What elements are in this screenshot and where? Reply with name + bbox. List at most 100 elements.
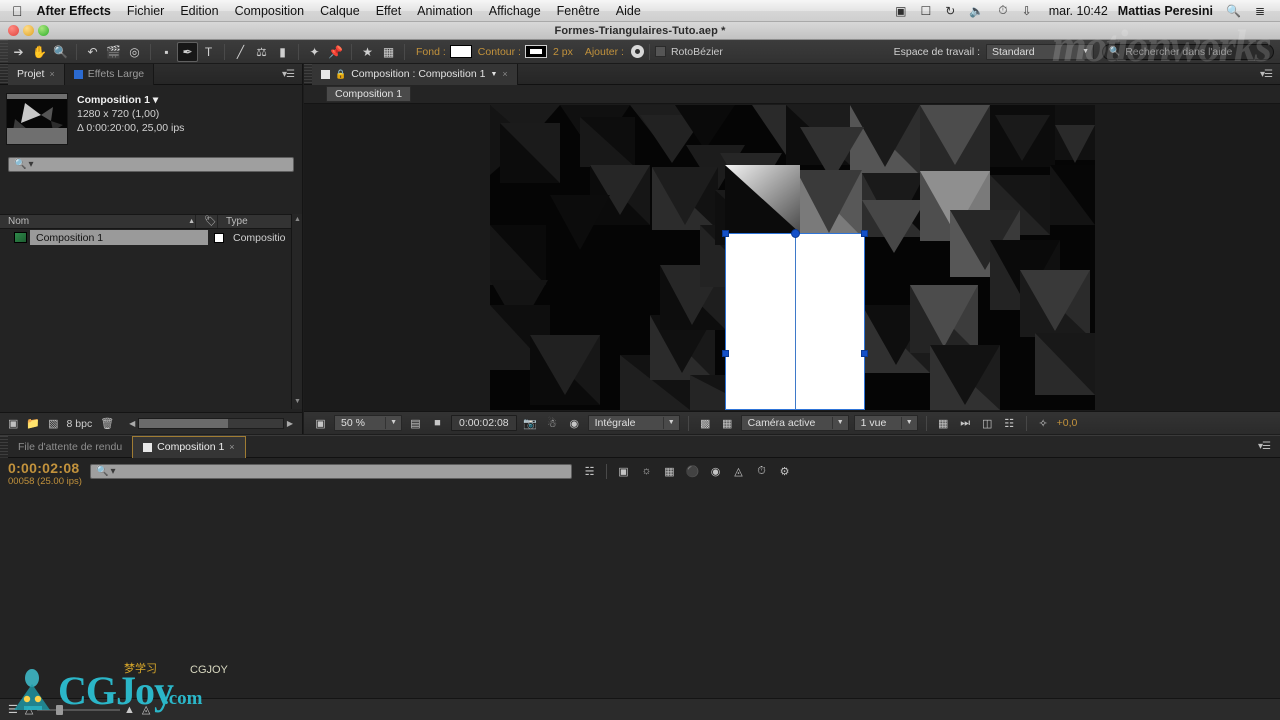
- panel-menu-icon[interactable]: ▾☰: [1260, 69, 1280, 80]
- selection-handle-top-left[interactable]: [721, 230, 729, 237]
- close-icon[interactable]: ×: [229, 442, 234, 452]
- mask-icon[interactable]: ▦: [378, 42, 399, 62]
- new-folder-icon[interactable]: 📁: [26, 417, 40, 430]
- camera-select[interactable]: Caméra active ▼: [740, 415, 849, 431]
- shape-tool-icon[interactable]: ▪: [156, 42, 177, 62]
- region-interest-toggle-icon[interactable]: ▩: [697, 415, 714, 431]
- menu-after-effects[interactable]: After Effects: [37, 4, 111, 18]
- notification-center-icon[interactable]: ≣: [1255, 4, 1265, 18]
- panel-grip[interactable]: [0, 435, 8, 458]
- zoom-out-icon[interactable]: △: [25, 703, 33, 716]
- selection-tool-icon[interactable]: ➔: [8, 42, 29, 62]
- tab-effets-large[interactable]: Effets Large: [64, 63, 155, 85]
- clone-stamp-tool-icon[interactable]: ⚖: [251, 42, 272, 62]
- fast-previews-icon[interactable]: ⏭: [957, 415, 974, 431]
- new-composition-icon[interactable]: ▣: [8, 417, 18, 430]
- menu-affichage[interactable]: Affichage: [489, 4, 541, 18]
- delete-icon[interactable]: 🗑: [100, 417, 114, 430]
- exposure-value[interactable]: +0,0: [1057, 417, 1078, 429]
- column-type[interactable]: Type: [218, 215, 302, 228]
- puppet-pin-tool-icon[interactable]: 📌: [325, 42, 346, 62]
- tab-projet[interactable]: Projet ×: [8, 63, 65, 85]
- hand-tool-icon[interactable]: ✋: [29, 42, 50, 62]
- workspace-select[interactable]: Standard ▼: [986, 43, 1094, 60]
- anchor-point-tool-icon[interactable]: ◎: [124, 42, 145, 62]
- menu-effet[interactable]: Effet: [376, 4, 401, 18]
- stroke-color-swatch[interactable]: [524, 45, 547, 58]
- menu-composition[interactable]: Composition: [235, 4, 304, 18]
- project-horizontal-scrollbar[interactable]: ◀ ▶: [126, 417, 296, 430]
- current-time-display[interactable]: 0:00:02:08: [451, 415, 517, 431]
- rotation-tool-icon[interactable]: ↶: [82, 42, 103, 62]
- hide-shy-layers-icon[interactable]: ☼: [637, 462, 656, 480]
- zoom-track[interactable]: [37, 704, 120, 715]
- panel-grip[interactable]: [0, 63, 8, 85]
- menu-fenetre[interactable]: Fenêtre: [557, 4, 600, 18]
- toolbar-grip[interactable]: [0, 40, 8, 63]
- add-menu-icon[interactable]: [630, 45, 644, 58]
- snapshot-icon[interactable]: 📷: [522, 415, 539, 431]
- auto-keyframe-icon[interactable]: ⏱: [752, 462, 771, 480]
- selection-handle-bottom-right[interactable]: [860, 350, 868, 357]
- display-icon[interactable]: ☐: [921, 4, 932, 18]
- panel-grip[interactable]: [304, 63, 312, 85]
- column-nom[interactable]: Nom ▲: [0, 215, 196, 228]
- help-search-input[interactable]: 🔍 Rechercher dans l'aide: [1102, 43, 1274, 60]
- project-vertical-scrollbar[interactable]: ▲ ▼: [291, 214, 302, 409]
- selection-handle-top-center[interactable]: [790, 229, 800, 238]
- menu-animation[interactable]: Animation: [417, 4, 473, 18]
- bluetooth-icon[interactable]: ⇩: [1022, 4, 1032, 18]
- views-select[interactable]: 1 vue ▼: [853, 415, 918, 431]
- motion-blur-icon[interactable]: ⚫: [683, 462, 702, 480]
- graph-editor-toggle-icon[interactable]: ◬: [142, 703, 150, 716]
- scroll-left-icon[interactable]: ◀: [126, 419, 138, 428]
- pixel-aspect-icon[interactable]: ▦: [935, 415, 952, 431]
- rotobezier-checkbox[interactable]: [654, 46, 666, 57]
- tab-render-queue[interactable]: File d'attente de rendu: [8, 436, 132, 458]
- timemachine-icon[interactable]: ⏱: [998, 3, 1007, 18]
- scrollbar-track[interactable]: [138, 418, 284, 429]
- transparency-grid-icon[interactable]: ▦: [719, 415, 736, 431]
- timeline-link-icon[interactable]: ◫: [979, 415, 996, 431]
- project-row-name[interactable]: Composition 1: [30, 230, 208, 245]
- frame-blending-icon[interactable]: ▦: [660, 462, 679, 480]
- roto-brush-tool-icon[interactable]: ✦: [304, 42, 325, 62]
- favorite-star-icon[interactable]: ★: [357, 42, 378, 62]
- live-update-icon[interactable]: ⚙: [775, 462, 794, 480]
- composition-canvas[interactable]: [304, 104, 1280, 411]
- draft-3d-icon[interactable]: ▣: [614, 462, 633, 480]
- stroke-width-value[interactable]: 2 px: [553, 46, 573, 58]
- selection-handle-bottom-left[interactable]: [721, 350, 729, 357]
- brush-tool-icon[interactable]: ╱: [230, 42, 251, 62]
- comp-flowchart-icon[interactable]: ☷: [1001, 415, 1018, 431]
- channel-rgb-icon[interactable]: ◉: [566, 415, 583, 431]
- spotlight-search-icon[interactable]: 🔍: [1226, 4, 1241, 18]
- selection-handle-top-right[interactable]: [860, 230, 868, 237]
- close-icon[interactable]: ×: [502, 69, 507, 79]
- tab-composition-1[interactable]: Composition 1 ×: [132, 435, 246, 458]
- user-name-label[interactable]: Mattias Peresini: [1118, 4, 1213, 18]
- brainstorm-icon[interactable]: ◉: [706, 462, 725, 480]
- scroll-right-icon[interactable]: ▶: [284, 419, 296, 428]
- scroll-up-icon[interactable]: ▲: [293, 216, 302, 225]
- resolution-select[interactable]: Intégrale ▼: [587, 415, 680, 431]
- apple-logo-icon[interactable]: : [12, 4, 23, 18]
- always-preview-icon[interactable]: ▣: [312, 415, 329, 431]
- project-search-input[interactable]: 🔍 ▾: [8, 157, 294, 172]
- fill-color-swatch[interactable]: [449, 45, 472, 58]
- timeline-zoom-slider[interactable]: △ ▲: [25, 703, 135, 717]
- clock-label[interactable]: mar. 10:42: [1049, 4, 1108, 18]
- color-depth-icon[interactable]: ▧: [48, 417, 58, 430]
- bit-depth-label[interactable]: 8 bpc: [67, 418, 93, 430]
- graph-editor-icon[interactable]: ◬: [729, 462, 748, 480]
- screen-record-icon[interactable]: ▣: [895, 4, 906, 18]
- scroll-down-icon[interactable]: ▼: [293, 398, 302, 407]
- zoom-tool-icon[interactable]: 🔍: [50, 42, 71, 62]
- eraser-tool-icon[interactable]: ▮: [272, 42, 293, 62]
- panel-menu-icon[interactable]: ▾☰: [282, 69, 302, 80]
- menu-fichier[interactable]: Fichier: [127, 4, 165, 18]
- chevron-down-icon[interactable]: ▼: [490, 71, 497, 78]
- project-list-item[interactable]: Composition 1 Compositio: [0, 229, 302, 246]
- menu-edition[interactable]: Edition: [180, 4, 218, 18]
- label-color-swatch[interactable]: [214, 232, 224, 243]
